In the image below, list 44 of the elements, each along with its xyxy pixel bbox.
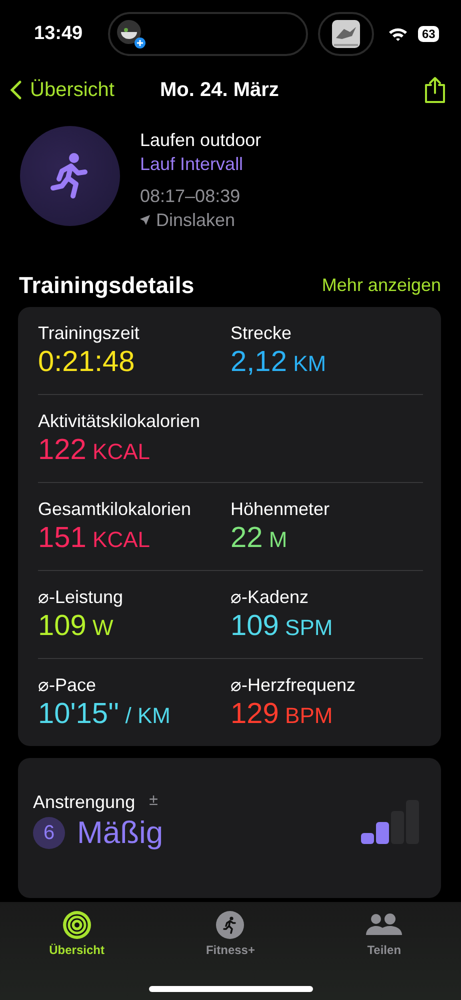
workout-type: Laufen outdoor [140, 129, 262, 152]
plus-minus-icon: ± [149, 792, 158, 813]
metric-value: 109 W [38, 610, 114, 643]
status-time: 13:49 [34, 23, 84, 45]
effort-rating: Mäßig [77, 815, 164, 851]
metric-value: 109 SPM [230, 610, 334, 643]
metric-label: ⌀-Herzfrequenz [230, 674, 357, 696]
time-range: 08:17–08:39 [140, 185, 242, 208]
metric-value: 0:21:48 [38, 346, 136, 378]
runner-icon [216, 911, 244, 939]
metric-label: Aktivitätskilokalorien [38, 410, 202, 432]
back-link[interactable]: Übersicht [10, 78, 160, 102]
effort-card[interactable]: Anstrengung ± 6 Mäßig [18, 758, 441, 898]
tab-bar-item[interactable]: Teilen [329, 910, 440, 1000]
chevron-left-icon [10, 80, 22, 100]
show-more-link[interactable]: Mehr anzeigen [322, 275, 441, 296]
tab-bar-item[interactable]: Fitness+ [175, 910, 286, 1000]
runner-icon [50, 152, 90, 200]
metric-label: ⌀-Pace [38, 674, 98, 696]
effort-score: 6 [33, 817, 65, 849]
metric-value: 2,12 KM [230, 346, 328, 378]
date-title: Mo. 24. März [160, 78, 280, 102]
metric-label: Höhenmeter [230, 498, 331, 520]
location-text: Dinslaken [140, 208, 262, 232]
metric-label: Strecke [230, 322, 293, 344]
effort-label: Anstrengung ± [33, 792, 159, 813]
metric-label: Gesamtkilokalorien [38, 498, 192, 520]
metric-value: 10'15'' / KM [38, 698, 172, 731]
metric-label: ⌀-Kadenz [230, 586, 310, 608]
metric-value: 122 KCAL [38, 434, 151, 466]
metric-value: 151 KCAL [38, 522, 151, 554]
tab-bar-item[interactable]: Übersicht [22, 910, 132, 1000]
metric-label: ⌀-Leistung [38, 586, 124, 608]
share-icon[interactable] [423, 76, 447, 104]
metric-value: 129 BPM [230, 698, 334, 731]
workout-subtitle: Lauf Intervall [140, 153, 244, 176]
rings-icon [62, 911, 91, 939]
section-title: Trainingsdetails [19, 272, 194, 299]
battery-indicator: 63 [418, 26, 440, 42]
metric-label: Trainingszeit [38, 322, 140, 344]
wifi-icon [388, 26, 408, 42]
location-arrow-icon [140, 215, 150, 225]
metric-value: 22 M [230, 522, 288, 554]
bowl-icon [116, 19, 146, 49]
